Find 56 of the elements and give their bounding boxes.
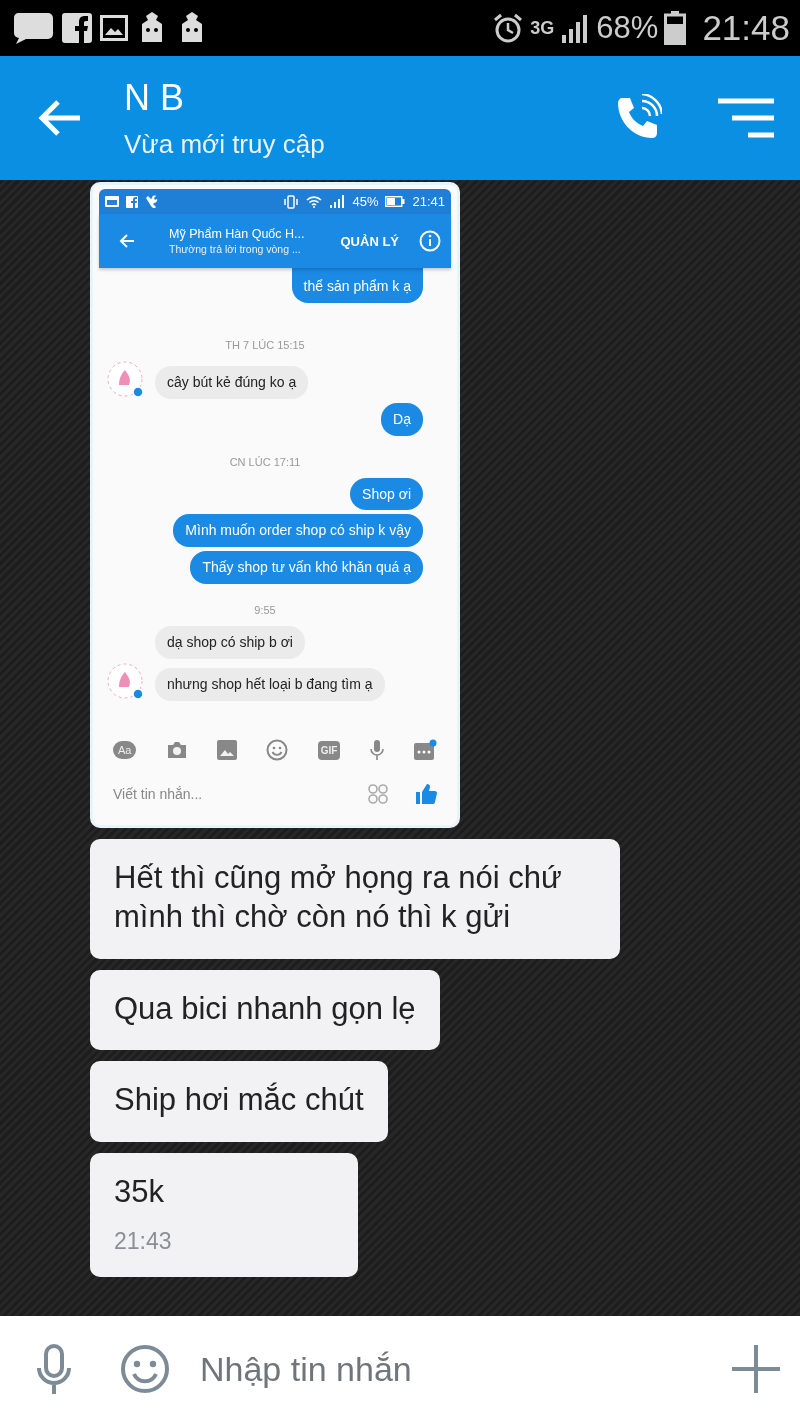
received-message: dạ shop có ship b ơi	[155, 626, 305, 659]
battery-icon	[664, 11, 687, 45]
microphone-icon[interactable]	[369, 739, 384, 761]
alarm-clock-icon	[492, 12, 525, 44]
message-text: Hết thì cũng mở họng ra nói chứ mình thì chờ còn nó thì k gửi	[114, 859, 563, 936]
sent-message: Thấy shop tư vấn khó khăn quá ạ	[190, 551, 423, 584]
microphone-icon[interactable]	[36, 1344, 72, 1394]
page-name: Mỹ Phẩm Hàn Quốc H...	[169, 227, 306, 241]
message-text: Qua bici nhanh gọn lẹ	[114, 989, 416, 1028]
sent-message: thể sản phẩm k ạ	[291, 268, 423, 303]
battery-percent: 45%	[352, 194, 379, 209]
facebook-icon	[126, 195, 138, 208]
message-time: 21:43	[114, 1227, 173, 1255]
image-icon[interactable]	[217, 740, 238, 760]
battery-percent: 68%	[596, 10, 659, 46]
manage-button[interactable]: QUẢN LÝ	[340, 233, 399, 249]
network-type: 3G	[530, 17, 555, 39]
text-style-button[interactable]: Aa	[113, 741, 137, 759]
smiley-icon[interactable]	[120, 1344, 170, 1394]
image-icon	[100, 15, 128, 41]
battery-icon	[385, 196, 406, 207]
smiley-icon[interactable]	[266, 739, 289, 761]
response-time: Thường trả lời trong vòng ...	[169, 243, 302, 255]
thumbs-up-icon[interactable]	[415, 783, 437, 805]
wifi-icon	[306, 195, 323, 208]
clock: 21:48	[702, 8, 790, 48]
info-icon[interactable]	[419, 230, 441, 252]
camera-icon[interactable]	[165, 741, 188, 759]
back-arrow-icon[interactable]	[119, 234, 135, 248]
received-message: nhưng shop hết loại b đang tìm ạ	[155, 668, 385, 701]
message-input[interactable]: Viết tin nhắn...	[111, 785, 341, 803]
sent-message: Shop ơi	[350, 477, 423, 511]
menu-icon[interactable]	[718, 98, 774, 138]
chat-app-icon	[12, 11, 54, 45]
sticker-grid-icon[interactable]	[367, 783, 389, 805]
back-arrow-icon[interactable]	[38, 100, 82, 136]
facebook-icon	[62, 13, 92, 43]
vibrate-icon	[283, 194, 300, 209]
last-seen-status: Vừa mới truy cập	[124, 128, 326, 160]
timestamp: 9:55	[254, 604, 276, 616]
message-text: Ship hơi mắc chút	[114, 1081, 364, 1120]
more-icon[interactable]	[412, 739, 437, 761]
timestamp: CN LÚC 17:11	[229, 455, 301, 468]
contact-name: N B	[124, 76, 185, 119]
mail-icon	[105, 196, 119, 207]
received-message: cây bút kẻ đúng ko ạ	[155, 366, 309, 399]
clock: 21:41	[412, 194, 445, 209]
message-text: 35k	[114, 1173, 165, 1211]
signal-icon	[329, 195, 346, 208]
gif-button[interactable]: GIF	[317, 740, 341, 760]
shared-screenshot[interactable]	[90, 182, 460, 828]
wrench-icon	[145, 195, 158, 208]
plus-icon[interactable]	[732, 1345, 780, 1393]
sent-message: Dạ	[381, 402, 423, 436]
timestamp: TH 7 LÚC 15:15	[225, 338, 305, 351]
sent-message: Mình muốn order shop có ship k vậy	[173, 514, 423, 548]
